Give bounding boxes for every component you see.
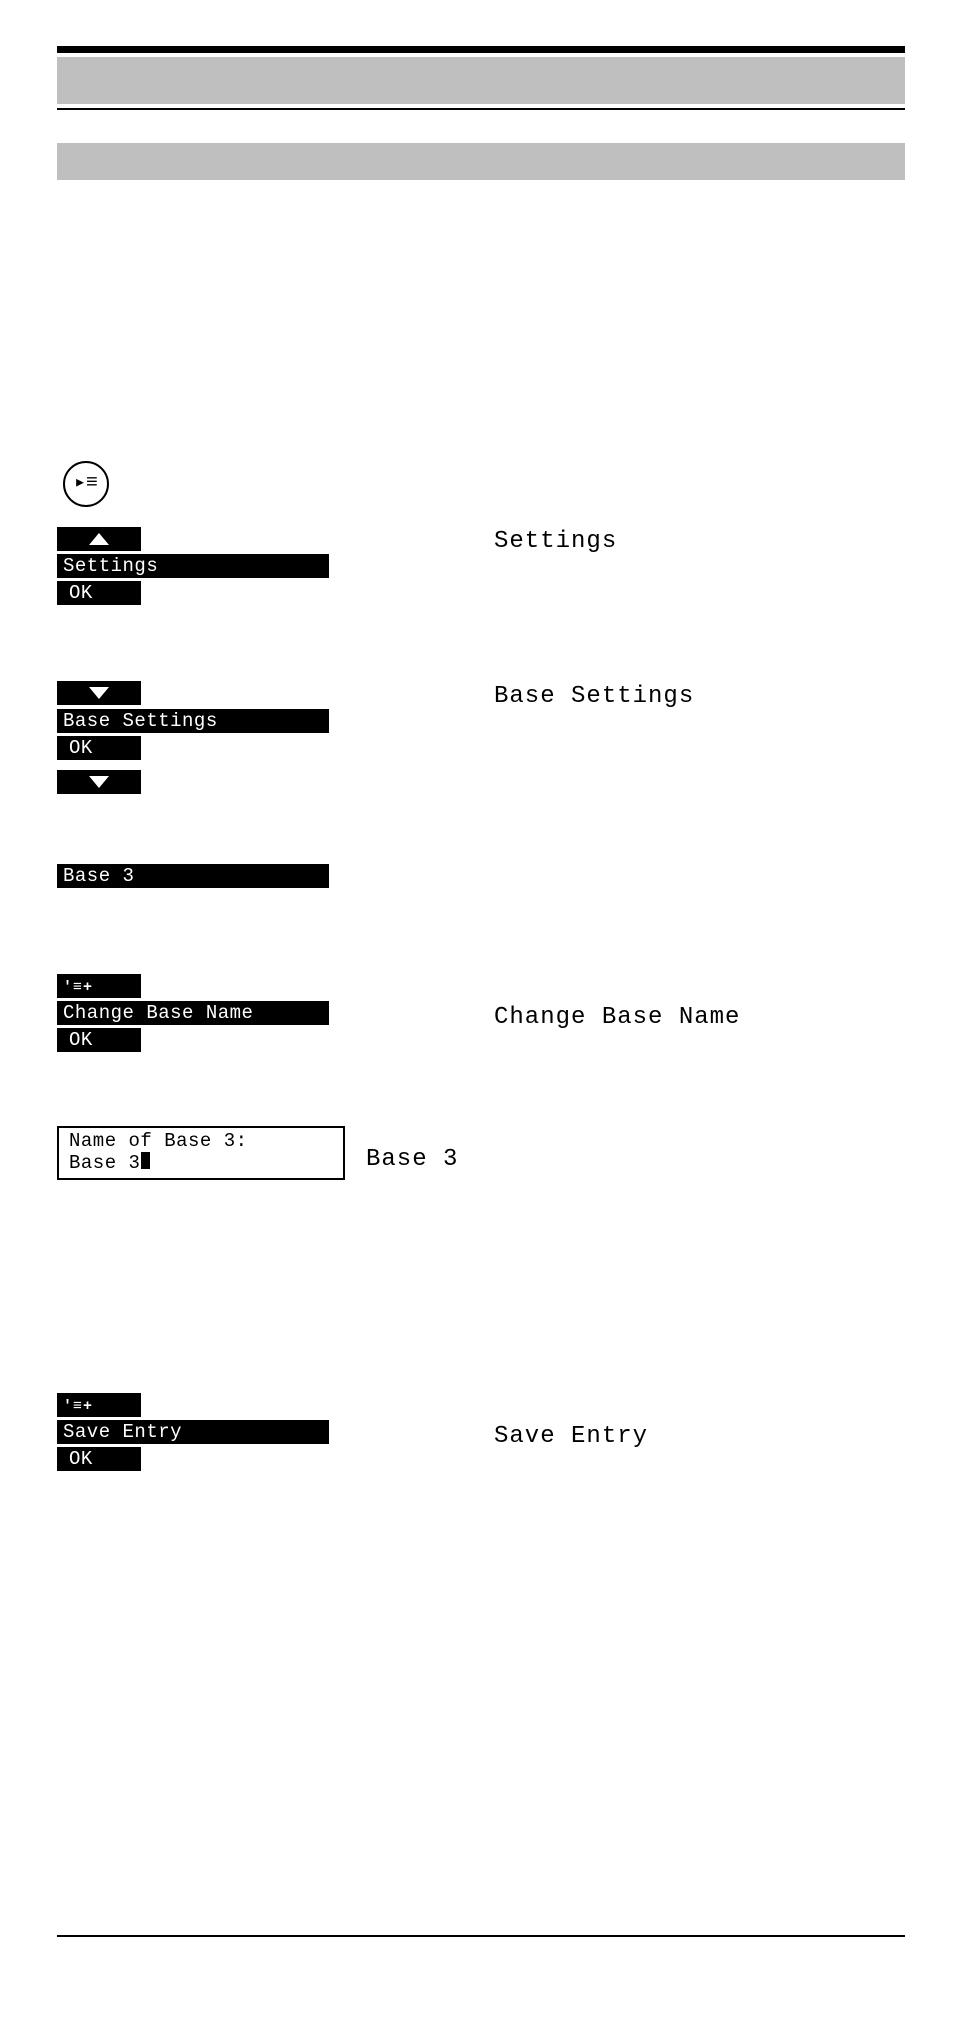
menu-plus-icon-2: '≡+ [63, 1398, 93, 1415]
ok-button-3-label: OK [69, 1029, 93, 1051]
text-caret-icon [141, 1152, 150, 1169]
base-name-input-value: Base 3 [69, 1152, 140, 1174]
base-name-input-label: Name of Base 3: [69, 1130, 337, 1152]
change-base-name-caption: Change Base Name [494, 1004, 740, 1032]
ok-button-2[interactable]: OK [57, 736, 141, 760]
arrow-down-icon-1 [89, 687, 109, 699]
arrow-down-button-1[interactable] [57, 681, 141, 705]
manual-page: ▸≡ Settings Settings OK Base Settings Ba… [0, 0, 954, 2019]
arrow-down-icon-2 [89, 776, 109, 788]
arrow-up-icon [89, 533, 109, 545]
base-3-button-label: Base 3 [63, 865, 134, 887]
change-base-name-button-label: Change Base Name [63, 1002, 253, 1024]
ok-button-1[interactable]: OK [57, 581, 141, 605]
base-3-button[interactable]: Base 3 [57, 864, 329, 888]
save-entry-button-label: Save Entry [63, 1421, 182, 1443]
save-entry-button[interactable]: Save Entry [57, 1420, 329, 1444]
footer-rule [57, 1935, 905, 1937]
menu-icon[interactable]: ▸≡ [63, 461, 109, 507]
base-3-caption: Base 3 [366, 1146, 458, 1174]
base-settings-button-label: Base Settings [63, 710, 218, 732]
change-base-name-button[interactable]: Change Base Name [57, 1001, 329, 1025]
arrow-up-button[interactable] [57, 527, 141, 551]
base-settings-caption: Base Settings [494, 683, 694, 711]
header-grey-bar [57, 57, 905, 104]
menu-plus-button-2[interactable]: '≡+ [57, 1393, 141, 1417]
top-thick-rule [57, 46, 905, 53]
header-thin-rule [57, 108, 905, 110]
section-grey-bar [57, 143, 905, 180]
menu-plus-icon-1: '≡+ [63, 979, 93, 996]
base-settings-button[interactable]: Base Settings [57, 709, 329, 733]
ok-button-1-label: OK [69, 582, 93, 604]
save-entry-caption: Save Entry [494, 1423, 648, 1451]
ok-button-4-label: OK [69, 1448, 93, 1470]
base-name-input[interactable]: Name of Base 3: Base 3 [57, 1126, 345, 1180]
menu-plus-button-1[interactable]: '≡+ [57, 974, 141, 998]
ok-button-4[interactable]: OK [57, 1447, 141, 1471]
settings-button-label: Settings [63, 555, 158, 577]
settings-button[interactable]: Settings [57, 554, 329, 578]
ok-button-2-label: OK [69, 737, 93, 759]
settings-caption: Settings [494, 528, 617, 556]
menu-icon-glyph: ▸≡ [74, 474, 98, 494]
base-name-input-value-row: Base 3 [69, 1152, 337, 1174]
ok-button-3[interactable]: OK [57, 1028, 141, 1052]
arrow-down-button-2[interactable] [57, 770, 141, 794]
